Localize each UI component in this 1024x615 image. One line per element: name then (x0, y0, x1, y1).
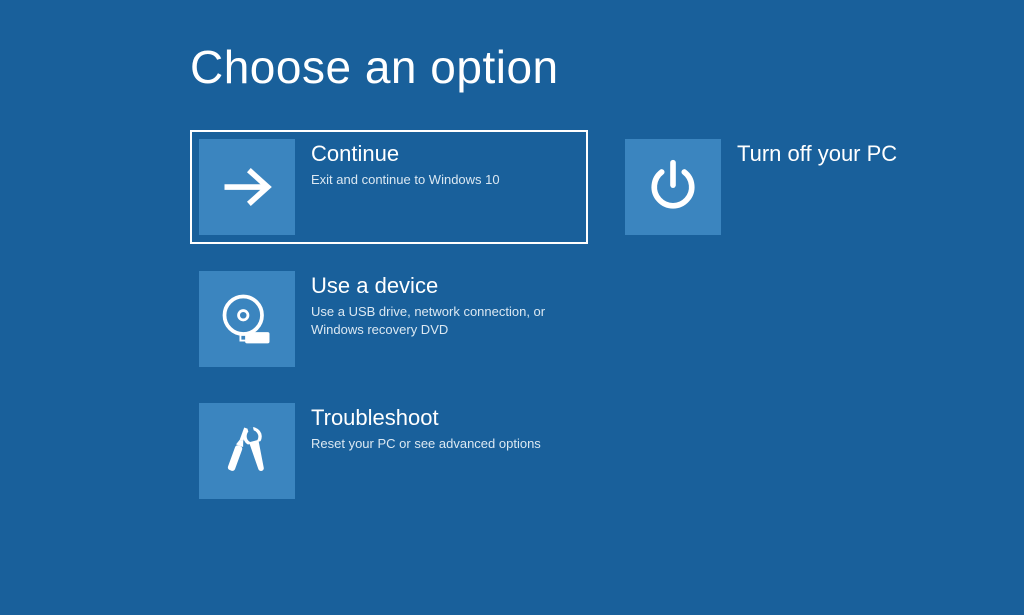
option-troubleshoot-desc: Reset your PC or see advanced options (311, 435, 541, 453)
option-use-a-device[interactable]: Use a device Use a USB drive, network co… (190, 262, 588, 376)
power-icon (625, 139, 721, 235)
page-title: Choose an option (190, 40, 1024, 94)
option-troubleshoot[interactable]: Troubleshoot Reset your PC or see advanc… (190, 394, 588, 508)
option-use-a-device-desc: Use a USB drive, network connection, or … (311, 303, 567, 338)
tools-icon (199, 403, 295, 499)
option-continue[interactable]: Continue Exit and continue to Windows 10 (190, 130, 588, 244)
option-troubleshoot-title: Troubleshoot (311, 405, 541, 431)
recovery-options-screen: Choose an option Continue Exit and conti… (0, 0, 1024, 508)
disc-usb-icon (199, 271, 295, 367)
arrow-right-icon (199, 139, 295, 235)
option-continue-desc: Exit and continue to Windows 10 (311, 171, 500, 189)
option-turn-off-pc[interactable]: Turn off your PC (616, 130, 946, 244)
option-turn-off-pc-title: Turn off your PC (737, 141, 897, 167)
option-continue-title: Continue (311, 141, 500, 167)
option-use-a-device-title: Use a device (311, 273, 567, 299)
